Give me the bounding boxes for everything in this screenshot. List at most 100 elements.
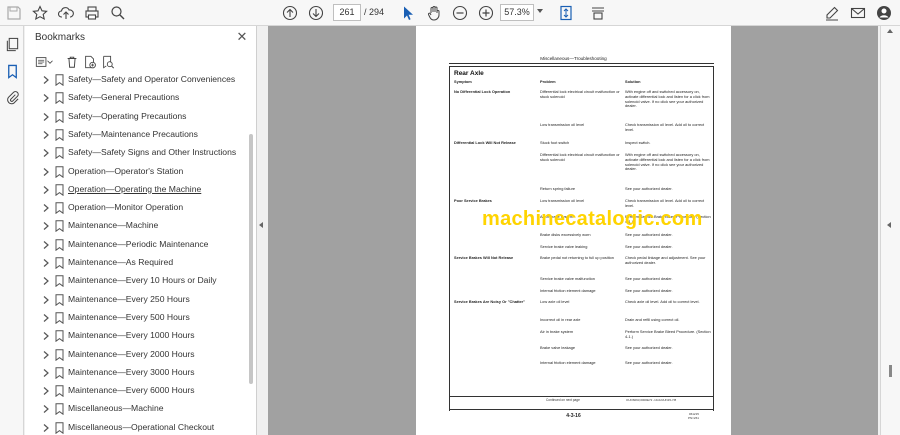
chevron-right-icon[interactable] bbox=[41, 276, 51, 286]
expand-tools-arrow-icon[interactable] bbox=[887, 222, 891, 228]
bookmark-item[interactable]: Maintenance—Every 6000 Hours bbox=[25, 382, 247, 400]
find-bookmark-icon[interactable] bbox=[99, 53, 117, 71]
bookmark-item[interactable]: Maintenance—Every 3000 Hours bbox=[25, 364, 247, 382]
chevron-right-icon[interactable] bbox=[41, 167, 51, 177]
search-zoom-icon[interactable] bbox=[108, 3, 128, 23]
document-viewer[interactable]: Miscellaneous—Troubleshooting Rear Axle … bbox=[268, 26, 878, 435]
bookmark-item[interactable]: Miscellaneous—Machine bbox=[25, 400, 247, 418]
chevron-down-icon[interactable] bbox=[45, 53, 55, 71]
row-problem: Service brake valve leaking bbox=[540, 244, 588, 249]
row-problem: Low axle oil level bbox=[540, 299, 570, 304]
document-reference: OUO6093,0000E72 -19-02JUN15-7/8 bbox=[626, 398, 677, 402]
main-toolbar: 261 / 294 57.3% bbox=[0, 0, 900, 26]
chevron-right-icon[interactable] bbox=[41, 258, 51, 268]
account-icon[interactable] bbox=[874, 3, 894, 23]
collapse-panel-arrow-icon[interactable] bbox=[259, 222, 263, 228]
bookmark-label: Safety—Operating Precautions bbox=[68, 110, 187, 121]
chevron-right-icon[interactable] bbox=[41, 148, 51, 158]
bookmark-item[interactable]: Safety—Maintenance Precautions bbox=[25, 126, 247, 144]
chevron-right-icon[interactable] bbox=[41, 93, 51, 103]
bookmark-icon bbox=[55, 257, 64, 269]
bookmark-item[interactable]: Operation—Operating the Machine bbox=[25, 181, 247, 199]
chevron-right-icon[interactable] bbox=[41, 203, 51, 213]
bookmark-item[interactable]: Operation—Monitor Operation bbox=[25, 199, 247, 217]
left-navigation-rail bbox=[0, 26, 24, 435]
watermark-text: machinecatalogic.com bbox=[482, 208, 703, 230]
page-fit-icon[interactable] bbox=[556, 3, 576, 23]
chevron-right-icon[interactable] bbox=[41, 331, 51, 341]
column-header-problem: Problem bbox=[540, 79, 556, 84]
page-number-input[interactable]: 261 bbox=[333, 4, 361, 21]
bookmark-icon bbox=[55, 312, 64, 324]
chevron-right-icon[interactable] bbox=[41, 368, 51, 378]
scroll-up-icon[interactable] bbox=[887, 29, 893, 33]
chevron-right-icon[interactable] bbox=[41, 221, 51, 231]
attachments-icon[interactable] bbox=[3, 88, 21, 106]
bookmark-item[interactable]: Maintenance—Every 500 Hours bbox=[25, 309, 247, 327]
row-symptom: Service Brakes Will Not Release bbox=[454, 255, 514, 260]
chevron-right-icon[interactable] bbox=[41, 404, 51, 414]
bookmark-item[interactable]: Maintenance—Every 2000 Hours bbox=[25, 346, 247, 364]
bookmark-item[interactable]: Operation—Operator's Station bbox=[25, 163, 247, 181]
bookmark-icon bbox=[55, 184, 64, 196]
bookmark-label: Safety—Maintenance Precautions bbox=[68, 128, 198, 139]
row-problem: Air in brake system bbox=[540, 329, 574, 334]
chevron-right-icon[interactable] bbox=[41, 350, 51, 360]
bookmarks-scrollbar-thumb[interactable] bbox=[249, 134, 253, 384]
close-icon[interactable]: ✕ bbox=[235, 30, 249, 44]
chevron-right-icon[interactable] bbox=[41, 386, 51, 396]
scroll-mode-icon[interactable] bbox=[588, 3, 608, 23]
zoom-out-icon[interactable] bbox=[450, 3, 470, 23]
page-thumbnails-icon[interactable] bbox=[3, 35, 21, 53]
row-problem: Brake disks excessively worn bbox=[540, 232, 591, 237]
next-page-icon[interactable] bbox=[306, 3, 326, 23]
bookmark-item[interactable]: Maintenance—Every 10 Hours or Daily bbox=[25, 272, 247, 290]
chevron-right-icon[interactable] bbox=[41, 112, 51, 122]
chevron-right-icon[interactable] bbox=[41, 185, 51, 195]
chevron-right-icon[interactable] bbox=[41, 130, 51, 140]
select-cursor-icon[interactable] bbox=[398, 3, 418, 23]
hand-tool-icon[interactable] bbox=[424, 3, 444, 23]
bookmark-item[interactable]: Maintenance—Every 1000 Hours bbox=[25, 327, 247, 345]
pen-signature-icon[interactable] bbox=[822, 3, 842, 23]
bookmark-icon bbox=[55, 165, 64, 178]
row-solution: See your authorized dealer. bbox=[625, 360, 673, 365]
bookmark-item[interactable]: Miscellaneous—Operational Checkout bbox=[25, 419, 247, 435]
bookmark-item[interactable]: Maintenance—As Required bbox=[25, 254, 247, 272]
bookmark-item[interactable]: Safety—Operating Precautions bbox=[25, 108, 247, 126]
zoom-level-input[interactable]: 57.3% bbox=[500, 4, 534, 21]
bookmark-item[interactable]: Maintenance—Every 250 Hours bbox=[25, 291, 247, 309]
bookmark-label: Maintenance—Periodic Maintenance bbox=[68, 238, 209, 249]
chevron-right-icon[interactable] bbox=[41, 313, 51, 323]
save-icon[interactable] bbox=[4, 3, 24, 23]
row-solution: With engine off and switched accessory o… bbox=[625, 89, 710, 109]
row-problem: Brake valve leakage bbox=[540, 345, 576, 350]
bookmark-item[interactable]: Safety—General Precautions bbox=[25, 89, 247, 107]
chevron-right-icon[interactable] bbox=[41, 75, 51, 85]
row-problem: Internal friction element damage bbox=[540, 288, 596, 293]
previous-page-icon[interactable] bbox=[280, 3, 300, 23]
mail-icon[interactable] bbox=[848, 3, 868, 23]
chevron-right-icon[interactable] bbox=[41, 295, 51, 305]
bottom-rule bbox=[449, 409, 714, 410]
chevron-right-icon[interactable] bbox=[41, 423, 51, 433]
bookmarks-scrollbar[interactable] bbox=[248, 74, 254, 435]
bookmark-item[interactable]: Safety—Safety Signs and Other Instructio… bbox=[25, 144, 247, 162]
bookmark-star-icon[interactable] bbox=[30, 3, 50, 23]
delete-bookmark-icon[interactable] bbox=[63, 53, 81, 71]
row-solution: Check pedal linkage and adjustment. See … bbox=[625, 255, 706, 265]
print-icon[interactable] bbox=[82, 3, 102, 23]
new-bookmark-icon[interactable] bbox=[81, 53, 99, 71]
bookmark-item[interactable]: Maintenance—Periodic Maintenance bbox=[25, 236, 247, 254]
zoom-dropdown-icon[interactable] bbox=[537, 9, 543, 13]
bookmarks-toolbar bbox=[33, 53, 233, 71]
document-scrollbar-thumb[interactable] bbox=[889, 365, 892, 377]
bookmark-item[interactable]: Safety—Safety and Operator Conveniences bbox=[25, 74, 247, 89]
cloud-upload-icon[interactable] bbox=[56, 3, 76, 23]
bookmarks-panel-icon[interactable] bbox=[3, 62, 21, 80]
row-solution: See your authorized dealer. bbox=[625, 345, 673, 350]
bookmark-label: Safety—Safety Signs and Other Instructio… bbox=[68, 147, 237, 158]
bookmark-item[interactable]: Maintenance—Machine bbox=[25, 217, 247, 235]
chevron-right-icon[interactable] bbox=[41, 240, 51, 250]
zoom-in-icon[interactable] bbox=[476, 3, 496, 23]
